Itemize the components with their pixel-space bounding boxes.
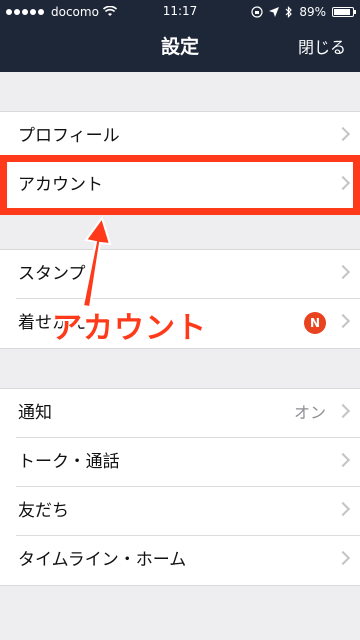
settings-row-stickers[interactable]: スタンプ: [16, 250, 360, 299]
row-label: アカウント: [18, 175, 103, 195]
settings-row-chats-calls[interactable]: トーク・通話: [16, 438, 360, 487]
settings-row-timeline-home[interactable]: タイムライン・ホーム: [16, 536, 360, 585]
row-label: 友だち: [18, 501, 69, 521]
chevron-right-icon: [335, 313, 351, 329]
battery-level: [334, 8, 350, 15]
row-label: 通知: [18, 403, 52, 423]
bluetooth-icon: [285, 5, 293, 18]
row-label: タイムライン・ホーム: [18, 550, 187, 570]
settings-group-general: 通知 オン トーク・通話 友だち タイムライン・ホーム: [0, 388, 360, 586]
battery-icon: [332, 6, 356, 17]
settings-row-notifications[interactable]: 通知 オン: [16, 389, 360, 438]
status-right: 89%: [251, 0, 356, 23]
new-badge: N: [304, 312, 326, 334]
close-button[interactable]: 閉じる: [298, 23, 346, 72]
status-bar: docomo 11:17 89%: [0, 0, 360, 23]
chevron-right-icon: [335, 175, 351, 191]
orientation-lock-icon: [251, 5, 263, 18]
row-label: スタンプ: [18, 264, 86, 284]
chevron-right-icon: [335, 403, 351, 419]
settings-group-account: プロフィール アカウント: [0, 111, 360, 211]
chevron-right-icon: [335, 550, 351, 566]
settings-row-account[interactable]: アカウント: [16, 161, 360, 210]
callout-label: アカウント: [52, 311, 207, 346]
row-label: トーク・通話: [18, 452, 120, 472]
chevron-right-icon: [335, 452, 351, 468]
row-label: プロフィール: [18, 126, 120, 146]
chevron-right-icon: [335, 501, 351, 517]
chevron-right-icon: [335, 126, 351, 142]
location-icon: [269, 6, 280, 17]
battery-percent: 89%: [299, 4, 326, 19]
settings-row-profile[interactable]: プロフィール: [16, 112, 360, 161]
chevron-right-icon: [335, 264, 351, 280]
settings-row-friends[interactable]: 友だち: [16, 487, 360, 536]
row-value: オン: [293, 403, 326, 422]
navigation-bar: 設定 閉じる: [0, 23, 360, 72]
